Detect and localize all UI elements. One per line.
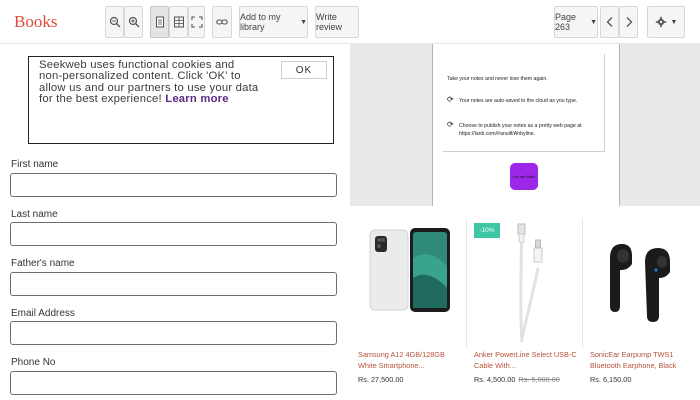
fathers-name-field[interactable] <box>10 272 337 296</box>
brand-logo[interactable]: Books <box>14 12 57 32</box>
product-name[interactable]: Anker PowerLine Select USB-C Cable With.… <box>474 349 579 371</box>
zoom-in-icon <box>128 16 139 28</box>
two-page-view-button[interactable] <box>169 6 188 38</box>
dropdown-caret-icon: ▼ <box>300 18 307 26</box>
page-text-line: Choose to publish your notes as a pretty… <box>459 123 582 129</box>
discount-badge: -10% <box>474 223 500 238</box>
zoom-out-icon <box>109 16 120 28</box>
first-name-field[interactable] <box>10 173 337 197</box>
dropdown-caret-icon: ▼ <box>670 18 678 26</box>
previous-page-button[interactable] <box>600 6 619 38</box>
let-me-start-button: Let me Start <box>510 163 538 190</box>
last-name-label: Last name <box>11 209 58 220</box>
write-review-button[interactable]: Write review <box>315 6 359 38</box>
next-page-button[interactable] <box>619 6 638 38</box>
single-page-view-button[interactable] <box>150 6 169 38</box>
cookie-notice-text: Seekweb uses functional cookies and non-… <box>39 59 259 106</box>
phone-product-image <box>369 228 450 312</box>
page-text-line: Your notes are auto-saved to the cloud a… <box>459 98 578 104</box>
add-to-library-button[interactable]: Add to my library ▼ <box>239 6 308 38</box>
last-name-field[interactable] <box>10 222 337 246</box>
product-strip: Samsung A12 4GB/128GB White Smartphone..… <box>350 208 700 400</box>
price: Rs. 4,500.00 <box>474 375 516 384</box>
product-price: Rs. 27,500.00 <box>358 375 403 384</box>
phone-field[interactable] <box>10 371 337 395</box>
fullscreen-icon <box>190 16 203 28</box>
gear-icon <box>655 16 666 28</box>
publish-icon: ⟳ <box>447 120 454 129</box>
fullscreen-button[interactable] <box>188 6 205 38</box>
link-button[interactable] <box>212 6 232 38</box>
price: Rs. 6,150.00 <box>590 375 632 384</box>
page-number-label: Page 263 <box>555 12 577 32</box>
page-selector-button[interactable]: Page 263 ▼ <box>554 6 598 38</box>
chevron-right-icon <box>626 17 632 27</box>
phone-label: Phone No <box>11 357 56 368</box>
book-page: Take your notes and never lose them agai… <box>432 44 620 206</box>
product-name[interactable]: SonicEar Earpump TWS1 Bluetooth Earphone… <box>590 349 695 371</box>
add-to-library-label: Add to my library <box>240 12 281 32</box>
original-price: Rs. 5,000.00 <box>518 375 560 384</box>
product-name[interactable]: Samsung A12 4GB/128GB White Smartphone..… <box>358 349 463 371</box>
price: Rs. 27,500.00 <box>358 375 404 384</box>
product-price: Rs. 4,500.00 Rs. 5,000.00 <box>474 375 560 384</box>
product-price: Rs. 6,150.00 <box>590 375 631 384</box>
learn-more-link[interactable]: Learn more <box>165 93 229 105</box>
cookie-ok-button[interactable]: OK <box>281 61 327 79</box>
grid-page-icon <box>173 16 184 28</box>
book-viewer[interactable]: Take your notes and never lose them agai… <box>350 44 700 206</box>
settings-button[interactable]: ▼ <box>647 6 685 38</box>
first-name-label: First name <box>11 159 59 170</box>
toolbar: Books Add to my library ▼ Write review Pa… <box>0 0 700 44</box>
zoom-out-button[interactable] <box>105 6 124 38</box>
page-text-line: Take your notes and never lose them agai… <box>447 76 548 82</box>
page-text-line: https://lanb.com/#anuilf/Ahbyline. <box>459 131 536 137</box>
cookie-notice: Seekweb uses functional cookies and non-… <box>28 56 334 144</box>
product-card[interactable]: Samsung A12 4GB/128GB White Smartphone..… <box>350 208 466 400</box>
product-card[interactable]: SonicEar Earpump TWS1 Bluetooth Earphone… <box>582 208 698 400</box>
email-field[interactable] <box>10 321 337 345</box>
chevron-left-icon <box>606 17 612 27</box>
page-icon <box>155 16 164 28</box>
email-label: Email Address <box>11 308 75 319</box>
page-frame: Take your notes and never lose them agai… <box>443 54 605 152</box>
earbuds-product-image <box>610 244 670 322</box>
fathers-name-label: Father's name <box>11 258 75 269</box>
dropdown-caret-icon: ▼ <box>590 18 597 26</box>
link-icon <box>216 19 228 25</box>
zoom-in-button[interactable] <box>124 6 143 38</box>
cloud-icon: ⟳ <box>447 95 454 104</box>
